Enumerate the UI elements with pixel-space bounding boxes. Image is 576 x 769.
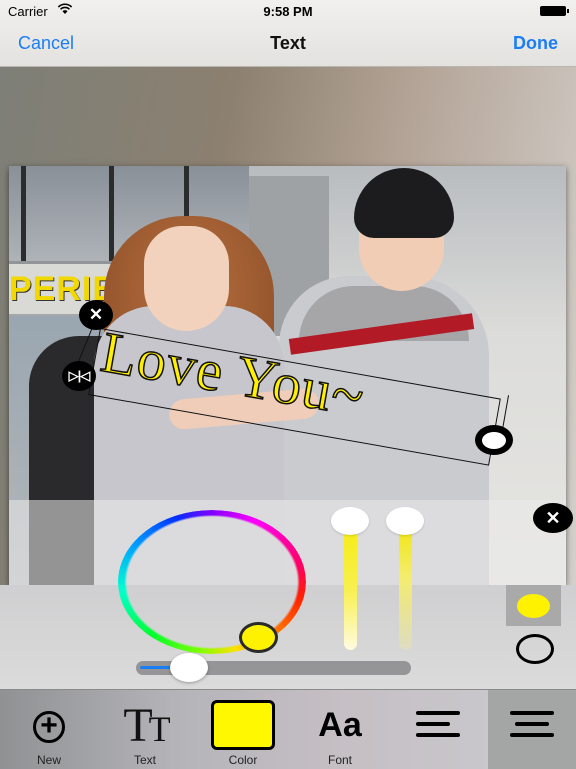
text-size-icon: TT bbox=[123, 699, 170, 752]
opacity-slider-track[interactable] bbox=[399, 530, 412, 650]
align-center-button[interactable] bbox=[488, 690, 576, 769]
sticker-flip-button[interactable]: ▷|◁ bbox=[62, 361, 96, 391]
font-label: Font bbox=[327, 753, 352, 767]
font-button[interactable]: Aa Font bbox=[300, 690, 380, 769]
status-bar: Carrier 9:58 PM bbox=[0, 0, 576, 22]
done-button[interactable]: Done bbox=[513, 33, 558, 54]
top-bar: Carrier 9:58 PM Cancel Text Done bbox=[0, 0, 576, 67]
clock: 9:58 PM bbox=[263, 4, 313, 19]
flip-icon: ▷|◁ bbox=[68, 368, 91, 383]
text-label: Text bbox=[133, 753, 156, 767]
brightness-slider-knob[interactable] bbox=[331, 507, 369, 535]
align-left-icon bbox=[416, 711, 460, 744]
outline-color-swatch[interactable] bbox=[516, 634, 554, 664]
filled-circle-icon bbox=[517, 593, 550, 618]
battery-icon bbox=[540, 6, 569, 16]
align-left-button[interactable] bbox=[388, 690, 488, 769]
hue-ring-picker[interactable] bbox=[118, 510, 306, 654]
close-icon: ✕ bbox=[545, 507, 561, 528]
new-button[interactable]: + New bbox=[9, 690, 89, 769]
sticker-delete-button[interactable]: ✕ bbox=[79, 300, 113, 330]
page-title: Text bbox=[270, 33, 306, 53]
text-button[interactable]: TT Text bbox=[105, 690, 185, 769]
align-center-icon bbox=[510, 711, 554, 744]
new-label: New bbox=[36, 753, 61, 767]
plus-circle-icon: + bbox=[33, 711, 65, 743]
color-button[interactable]: Color bbox=[203, 690, 283, 769]
color-label: Color bbox=[228, 753, 258, 767]
photo-woman-face bbox=[144, 226, 229, 331]
color-swatch-icon bbox=[211, 700, 275, 750]
fill-color-swatch[interactable] bbox=[506, 585, 561, 626]
brightness-slider-track[interactable] bbox=[344, 530, 357, 650]
font-icon: Aa bbox=[318, 706, 362, 744]
bottom-toolbar: + New TT Text Color Aa Font bbox=[0, 689, 576, 769]
hue-ring-knob[interactable] bbox=[239, 622, 278, 653]
size-slider-knob[interactable] bbox=[170, 653, 208, 682]
sticker-resize-handle[interactable] bbox=[475, 425, 513, 455]
color-panel-close-button[interactable]: ✕ bbox=[533, 503, 573, 533]
close-icon: ✕ bbox=[88, 305, 104, 324]
opacity-slider-knob[interactable] bbox=[386, 507, 424, 535]
